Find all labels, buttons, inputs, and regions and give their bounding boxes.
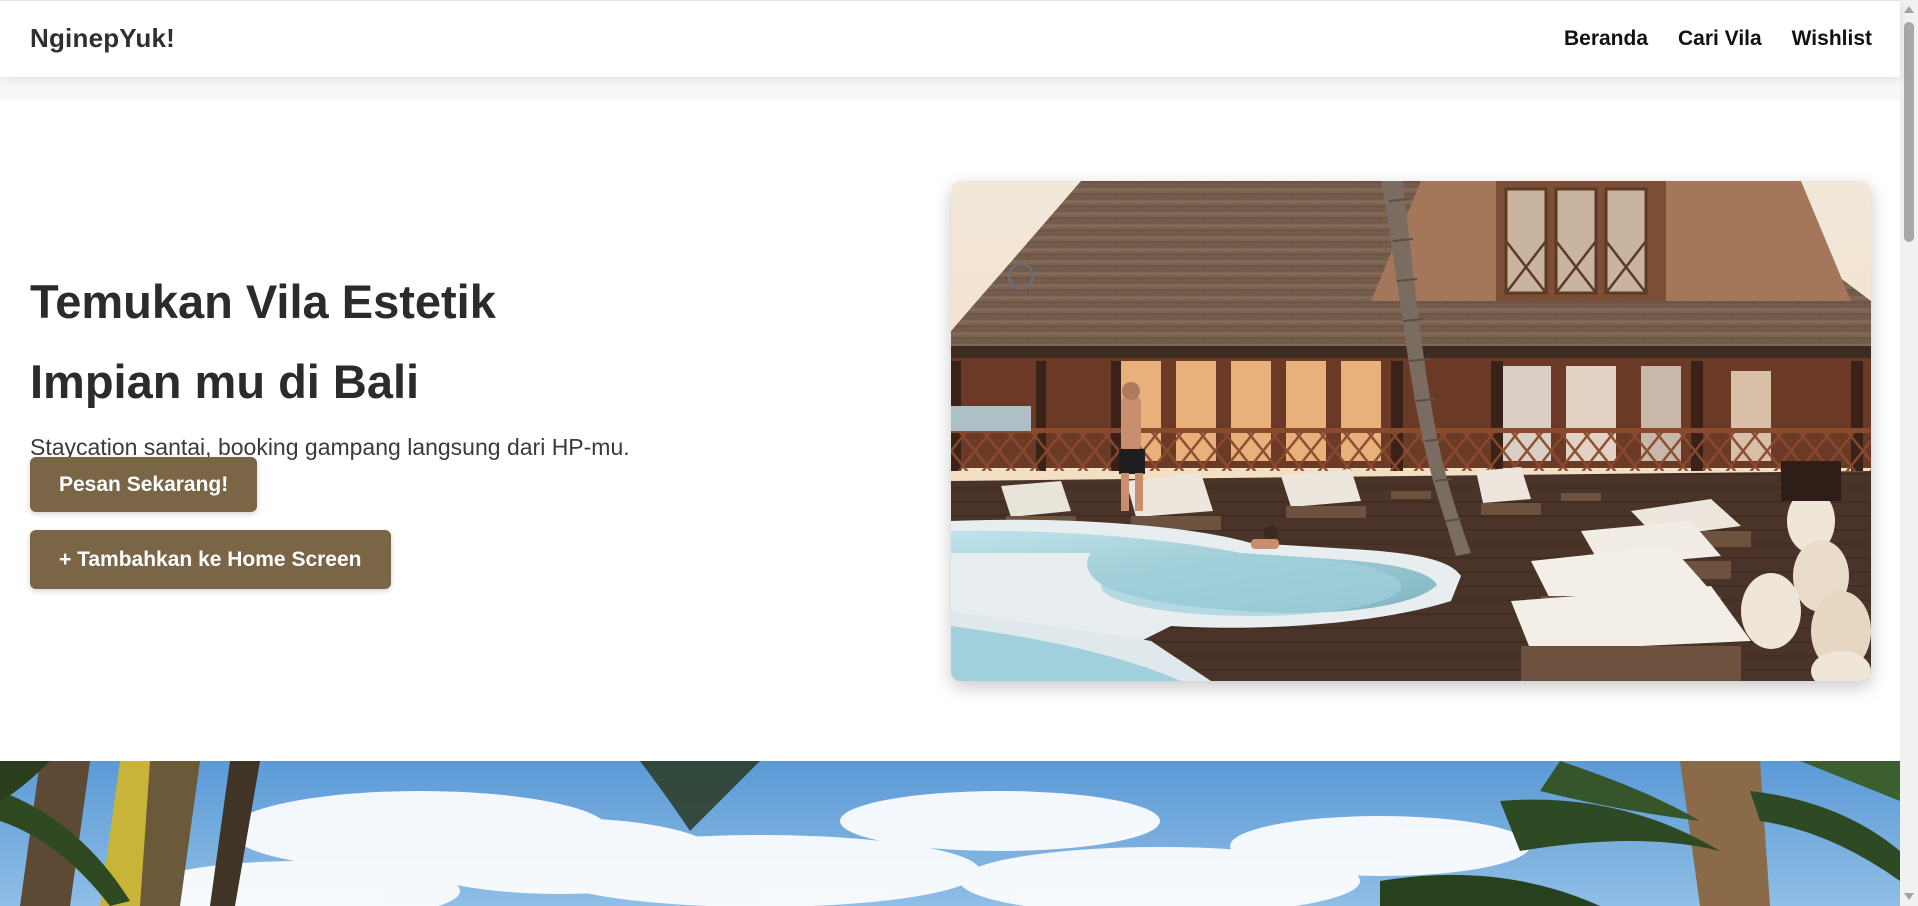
vertical-scrollbar[interactable] [1900,0,1918,906]
brand-logo[interactable]: NginepYuk! [30,23,175,54]
nav-link-cari-vila[interactable]: Cari Vila [1678,27,1762,51]
nav-links: Beranda Cari Vila Wishlist [1564,27,1872,51]
hero-title-line-2: Impian mu di Bali [30,355,420,408]
header-band [0,76,1900,101]
nav-link-beranda[interactable]: Beranda [1564,27,1648,51]
nav-link-wishlist[interactable]: Wishlist [1792,27,1872,51]
add-to-home-screen-button[interactable]: + Tambahkan ke Home Screen [30,530,391,589]
hero-title: Temukan Vila Estetik Impian mu di Bali [30,262,850,422]
scroll-up-arrow-icon[interactable] [1904,6,1914,13]
hero-villa-image [951,181,1871,681]
hero-title-line-1: Temukan Vila Estetik [30,275,496,328]
scrollbar-thumb[interactable] [1904,22,1914,242]
page: NginepYuk! Beranda Cari Vila Wishlist Te… [0,0,1918,906]
tropical-banner-image [0,761,1900,906]
book-now-button[interactable]: Pesan Sekarang! [30,457,258,512]
navbar: NginepYuk! Beranda Cari Vila Wishlist [0,0,1900,77]
scroll-down-arrow-icon[interactable] [1904,893,1914,900]
